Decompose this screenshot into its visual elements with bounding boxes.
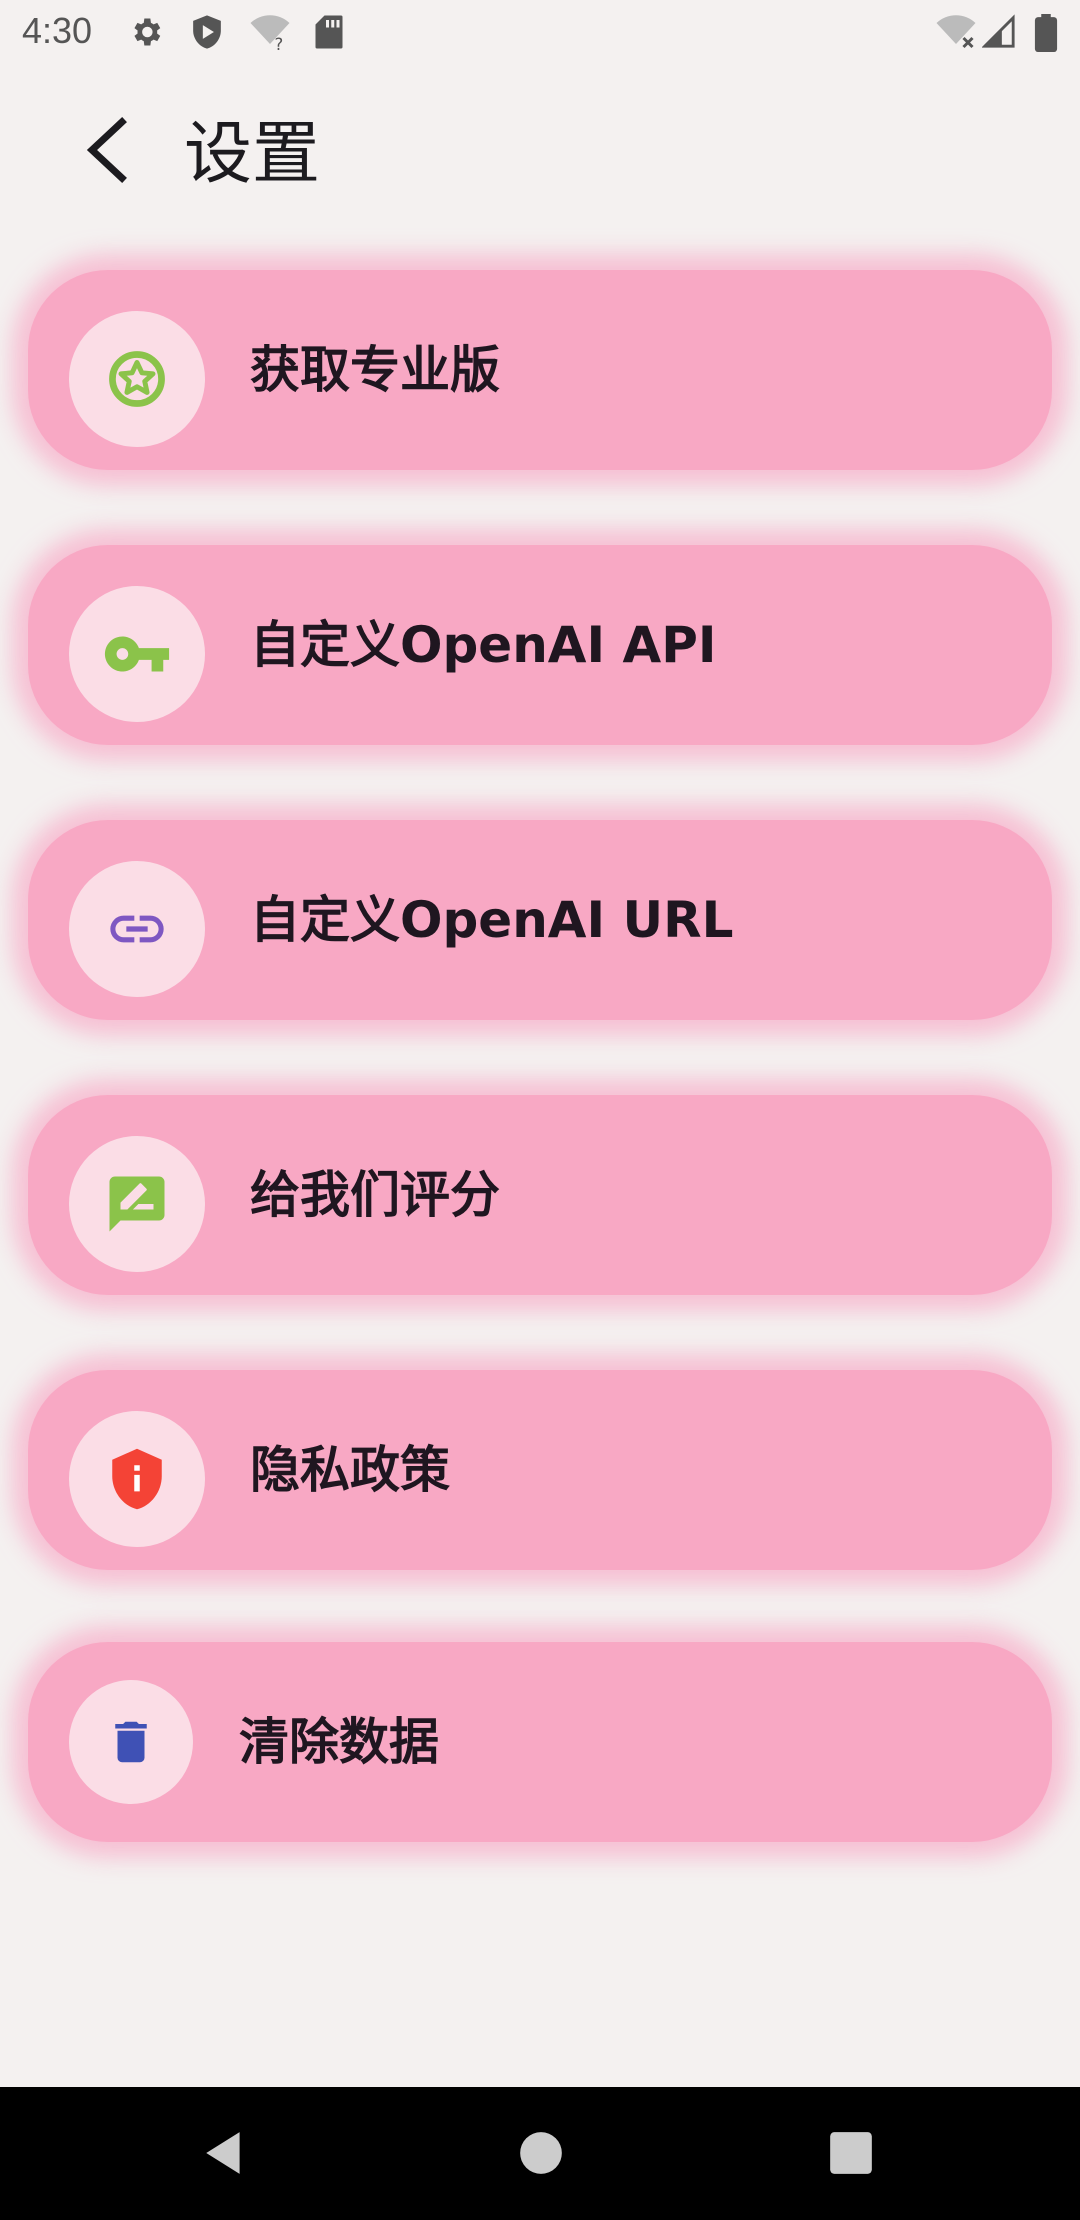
rate-review-icon — [109, 1176, 165, 1232]
link-icon — [110, 915, 164, 943]
page-title: 设置 — [184, 115, 321, 194]
key-icon — [104, 636, 170, 672]
menu-item-get-pro[interactable]: 获取专业版 — [28, 270, 1052, 470]
svg-text:?: ? — [275, 35, 284, 50]
icon-badge — [69, 1136, 205, 1272]
signal-icon — [981, 14, 1016, 54]
menu-item-label: 隐私政策 — [250, 1441, 450, 1499]
nav-back-button[interactable] — [200, 2127, 250, 2183]
icon-badge — [69, 1680, 193, 1804]
status-bar: 4:30 ? — [0, 0, 1080, 68]
menu-item-label: 清除数据 — [239, 1713, 439, 1771]
play-protect-icon — [190, 14, 224, 54]
wifi-question-icon: ? — [248, 14, 292, 54]
recents-square-icon — [830, 2132, 872, 2174]
icon-badge — [69, 311, 205, 447]
menu-item-label: 获取专业版 — [250, 341, 500, 399]
back-button[interactable] — [70, 110, 150, 190]
menu-item-custom-openai-url[interactable]: 自定义OpenAI URL — [28, 820, 1052, 1020]
menu-item-label: 给我们评分 — [250, 1166, 500, 1224]
icon-badge — [69, 861, 205, 997]
nav-recents-button[interactable] — [826, 2127, 876, 2183]
wifi-off-icon — [934, 14, 978, 54]
icon-badge — [69, 586, 205, 722]
status-time: 4:30 — [22, 10, 93, 51]
back-triangle-icon — [206, 2132, 240, 2174]
home-circle-icon — [520, 2132, 562, 2174]
menu-item-privacy-policy[interactable]: 隐私政策 — [28, 1370, 1052, 1570]
menu-item-label: 自定义OpenAI URL — [250, 891, 734, 949]
nav-home-button[interactable] — [516, 2127, 566, 2183]
app-header: 设置 — [0, 80, 1080, 220]
menu-item-clear-data[interactable]: 清除数据 — [28, 1642, 1052, 1842]
battery-icon — [1034, 14, 1058, 56]
menu-item-rate-us[interactable]: 给我们评分 — [28, 1095, 1052, 1295]
star-circle-icon — [109, 351, 165, 407]
chevron-left-icon — [86, 117, 127, 183]
system-nav-bar — [0, 2087, 1080, 2220]
menu-item-custom-openai-api[interactable]: 自定义OpenAI API — [28, 545, 1052, 745]
gear-icon — [128, 14, 164, 54]
trash-icon — [115, 1721, 147, 1763]
shield-info-icon — [112, 1448, 162, 1510]
icon-badge — [69, 1411, 205, 1547]
sd-card-icon — [314, 14, 344, 54]
menu-item-label: 自定义OpenAI API — [250, 616, 717, 674]
